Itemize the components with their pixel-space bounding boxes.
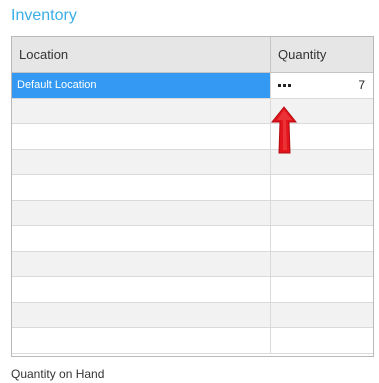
quantity-cell[interactable]: 7: [271, 73, 373, 98]
table-row[interactable]: [12, 277, 373, 303]
table-row[interactable]: [12, 200, 373, 226]
panel-title: Inventory: [11, 7, 77, 24]
table-row[interactable]: Default Location 7: [12, 73, 373, 99]
inventory-grid: Location Quantity Default Location 7: [11, 36, 374, 357]
table-row[interactable]: [12, 149, 373, 175]
table-row[interactable]: [12, 175, 373, 201]
table-row[interactable]: [12, 302, 373, 328]
location-cell[interactable]: Default Location: [12, 73, 271, 98]
table-row[interactable]: [12, 328, 373, 354]
table-row[interactable]: [12, 124, 373, 150]
table-row[interactable]: [12, 98, 373, 124]
column-header-quantity[interactable]: Quantity: [271, 37, 373, 72]
more-options-icon: [278, 83, 281, 87]
grid-header: Location Quantity: [12, 37, 373, 73]
red-arrow-up-icon: [271, 106, 297, 154]
column-header-location[interactable]: Location: [12, 37, 271, 72]
table-row[interactable]: [12, 226, 373, 252]
footer-label: Quantity on Hand: [11, 367, 105, 381]
more-options-button[interactable]: [278, 79, 291, 91]
quantity-value[interactable]: 7: [358, 78, 365, 92]
table-row[interactable]: [12, 251, 373, 277]
